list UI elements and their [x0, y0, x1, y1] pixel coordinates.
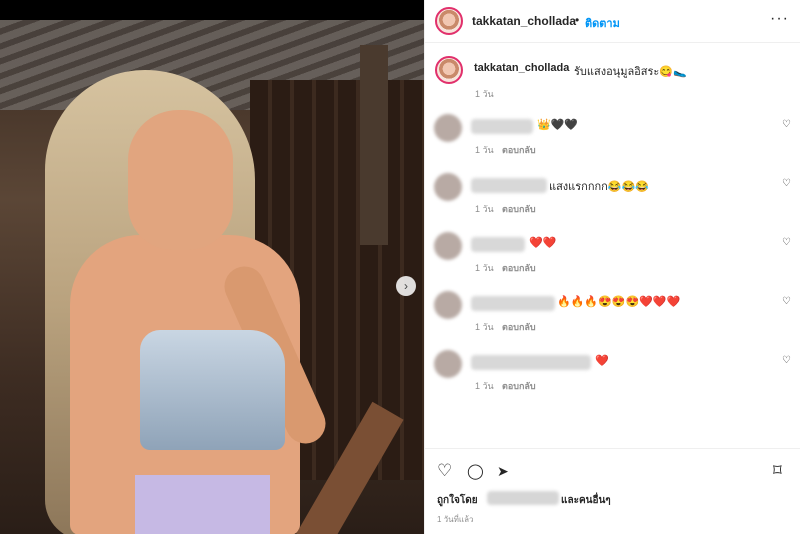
follow-separator: • [575, 13, 580, 27]
reply-button[interactable]: ตอบกลับ [502, 261, 536, 275]
caption-time: 1 วัน [475, 89, 494, 99]
post-timestamp: 1 วันที่แล้ว [437, 515, 474, 524]
comment-text: ❤️❤️ [529, 237, 557, 249]
caption-text: รับแสงอนุมูลอิสระ😋🥿 [574, 66, 687, 78]
photo-face [128, 110, 233, 250]
caption-avatar[interactable] [435, 56, 463, 84]
share-icon[interactable]: ➤ [497, 463, 509, 480]
reply-button[interactable]: ตอบกลับ [502, 379, 536, 393]
reply-button[interactable]: ตอบกลับ [502, 143, 536, 157]
like-icon[interactable]: ♡ [437, 461, 452, 481]
comment-time: 1 วัน [475, 145, 494, 155]
top-black-bar [0, 0, 424, 20]
action-bar: ♡ ◯ ➤ ⌑ ถูกใจโดย และคนอื่นๆ 1 วันที่แล้ว [425, 448, 800, 535]
chevron-right-icon: › [404, 279, 408, 293]
photo-skirt [135, 475, 270, 534]
photo-top [140, 330, 285, 450]
comment-like-icon[interactable]: ♡ [782, 178, 791, 189]
comment-avatar[interactable] [434, 232, 462, 260]
follow-button[interactable]: ติดตาม [585, 14, 620, 32]
comment-time: 1 วัน [475, 322, 494, 332]
liked-by-prefix: ถูกใจโดย [437, 495, 478, 506]
blurred-liker-name [487, 491, 559, 505]
comment-time: 1 วัน [475, 381, 494, 391]
username[interactable]: takkatan_chollada [472, 14, 576, 28]
blurred-username [471, 119, 533, 134]
comment-text: แสงแรกกกก😂😂😂 [549, 181, 649, 193]
post-sidebar: takkatan_chollada • ติดตาม ··· takkatan_… [424, 0, 800, 534]
comment-item: 👑🖤🖤 1 วัน ตอบกลับ ♡ [425, 114, 800, 169]
blurred-username [471, 296, 555, 311]
comment-like-icon[interactable]: ♡ [782, 355, 791, 366]
liked-by-others[interactable]: และคนอื่นๆ [561, 493, 611, 508]
post-photo[interactable] [0, 20, 424, 534]
reply-button[interactable]: ตอบกลับ [502, 202, 536, 216]
more-options-icon[interactable]: ··· [770, 10, 789, 28]
reply-button[interactable]: ตอบกลับ [502, 320, 536, 334]
next-photo-button[interactable]: › [396, 276, 416, 296]
comment-icon[interactable]: ◯ [467, 462, 484, 480]
comment-text: ❤️ [595, 355, 609, 367]
save-icon[interactable]: ⌑ [773, 461, 782, 481]
comment-time: 1 วัน [475, 204, 494, 214]
comment-item: ❤️❤️ 1 วัน ตอบกลับ ♡ [425, 232, 800, 287]
comment-avatar[interactable] [434, 350, 462, 378]
comment-like-icon[interactable]: ♡ [782, 119, 791, 130]
comment-avatar[interactable] [434, 173, 462, 201]
caption-username[interactable]: takkatan_chollada [474, 62, 569, 74]
comment-time: 1 วัน [475, 263, 494, 273]
comment-text: 👑🖤🖤 [537, 119, 579, 131]
comment-item: แสงแรกกกก😂😂😂 1 วัน ตอบกลับ ♡ [425, 173, 800, 228]
comment-item: 🔥🔥🔥😍😍😍❤️❤️❤️ 1 วัน ตอบกลับ ♡ [425, 291, 800, 346]
comment-text: 🔥🔥🔥😍😍😍❤️❤️❤️ [557, 296, 681, 308]
comment-avatar[interactable] [434, 114, 462, 142]
comment-like-icon[interactable]: ♡ [782, 237, 791, 248]
comment-like-icon[interactable]: ♡ [782, 296, 791, 307]
blurred-username [471, 355, 591, 370]
blurred-username [471, 178, 547, 193]
post-header: takkatan_chollada • ติดตาม ··· [425, 0, 800, 43]
comment-avatar[interactable] [434, 291, 462, 319]
comment-item: ❤️ 1 วัน ตอบกลับ ♡ [425, 350, 800, 405]
blurred-username [471, 237, 525, 252]
photo-door-frame [360, 45, 388, 245]
avatar[interactable] [435, 7, 463, 35]
